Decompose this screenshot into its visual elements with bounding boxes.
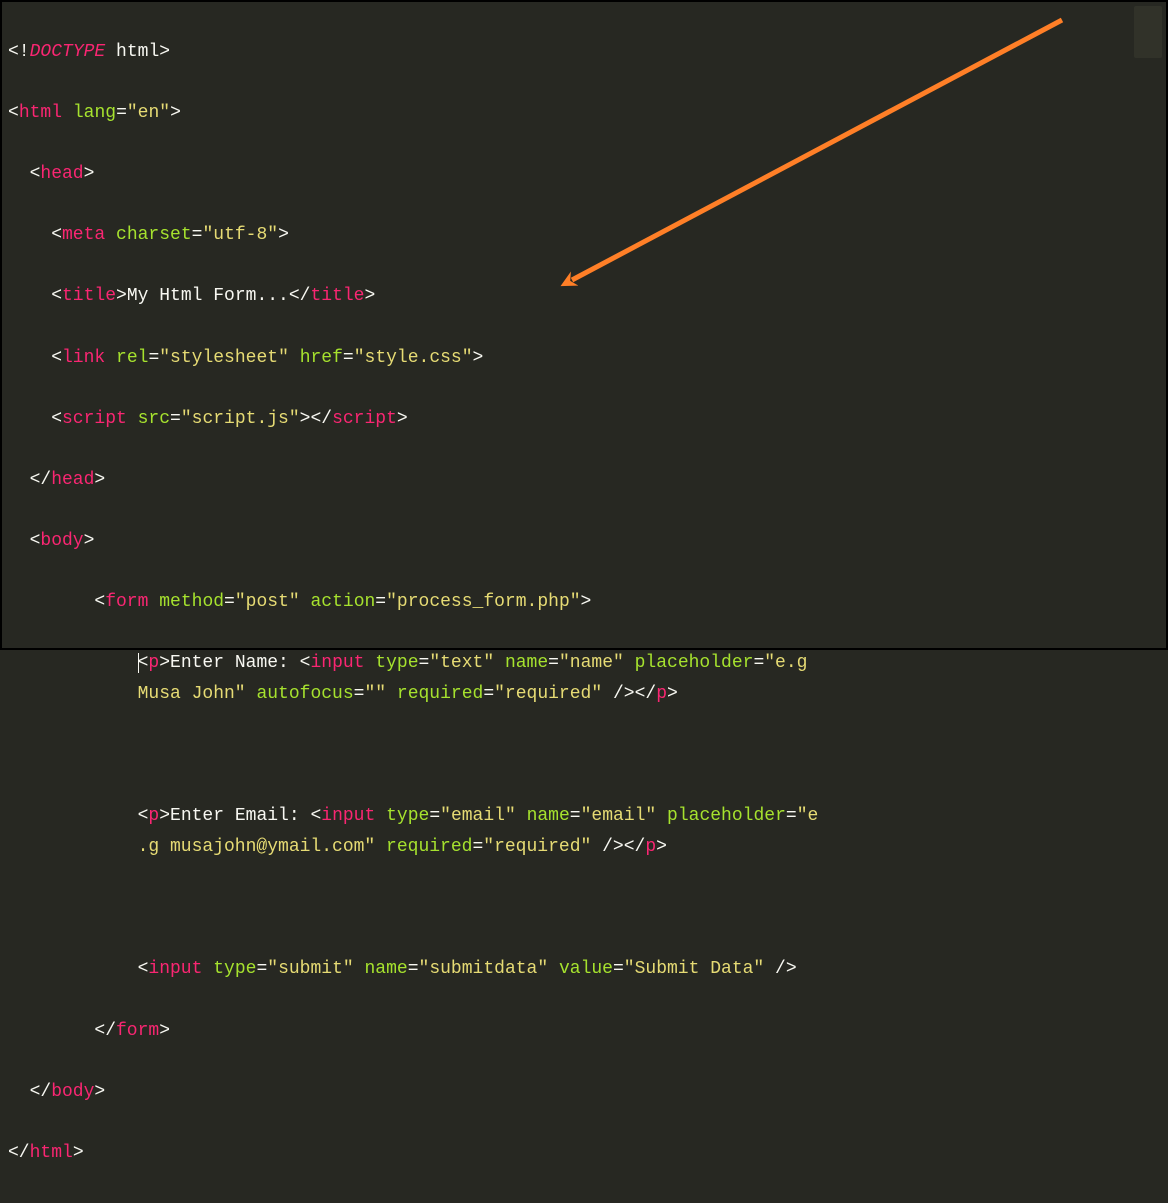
doctype-keyword: DOCTYPE bbox=[30, 42, 106, 62]
code-line: <title>My Html Form...</title> bbox=[8, 281, 1160, 312]
code-line: </html> bbox=[8, 1138, 1160, 1169]
code-line: </body> bbox=[8, 1077, 1160, 1108]
code-line: <head> bbox=[8, 159, 1160, 190]
code-line bbox=[8, 893, 1160, 924]
code-line: <form method="post" action="process_form… bbox=[8, 587, 1160, 618]
code-line: <link rel="stylesheet" href="style.css"> bbox=[8, 343, 1160, 374]
code-line: <body> bbox=[8, 526, 1160, 557]
code-line: </head> bbox=[8, 465, 1160, 496]
code-line: <input type="submit" name="submitdata" v… bbox=[8, 954, 1160, 985]
minimap[interactable] bbox=[1134, 6, 1162, 58]
code-editor[interactable]: <!DOCTYPE html> <html lang="en"> <head> … bbox=[2, 2, 1166, 1203]
code-line bbox=[8, 740, 1160, 771]
code-line: <p>Enter Email: <input type="email" name… bbox=[8, 801, 1160, 862]
code-line: <html lang="en"> bbox=[8, 98, 1160, 129]
code-line: <meta charset="utf-8"> bbox=[8, 220, 1160, 251]
code-line: <script src="script.js"></script> bbox=[8, 404, 1160, 435]
code-line: </form> bbox=[8, 1016, 1160, 1047]
code-line: <p>Enter Name: <input type="text" name="… bbox=[8, 648, 1160, 709]
code-line: <!DOCTYPE html> bbox=[8, 37, 1160, 68]
